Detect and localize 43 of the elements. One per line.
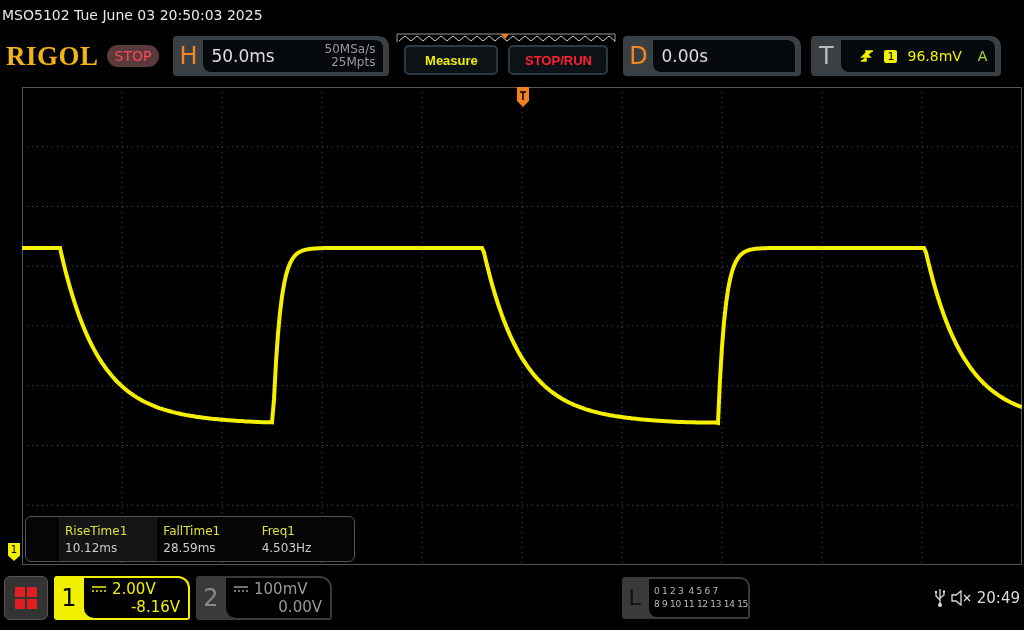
horizontal-key: H — [173, 36, 204, 76]
channel-panel[interactable]: 1 2.00V -8.16V — [54, 575, 190, 620]
measure-button[interactable]: Measure — [404, 45, 499, 75]
trigger-source-badge: 1 — [884, 49, 898, 63]
trigger-level: 96.8mV — [907, 48, 962, 64]
trigger-panel[interactable]: T 1 96.8mV A — [811, 36, 1002, 76]
dc-coupling-icon — [234, 585, 248, 592]
sample-rate: 50MSa/s — [324, 43, 376, 56]
delay-value: 0.00s — [661, 46, 709, 66]
delay-key: D — [623, 36, 654, 76]
logic-channel-numbers: 8 9 10 11 12 13 14 15 — [654, 599, 748, 609]
usb-icon — [934, 587, 945, 608]
channel-scale: 100mV — [254, 579, 308, 598]
trigger-key: T — [811, 36, 842, 76]
trigger-position-marker — [517, 87, 529, 107]
measurement-value: 28.59ms — [163, 540, 217, 555]
measurement-name: RiseTime1 — [65, 523, 129, 538]
measurement-value: 10.12ms — [65, 540, 119, 555]
measurement-name: FallTime1 — [163, 523, 222, 538]
speaker-muted-icon — [950, 589, 971, 606]
trigger-mode: A — [977, 48, 988, 64]
timebase-value: 50.0ms — [211, 46, 275, 66]
channel-offset: 0.00V — [278, 597, 322, 616]
channel-offset: -8.16V — [130, 597, 180, 616]
measurement-name: Freq1 — [261, 523, 296, 538]
channel-ground-marker[interactable]: 1 — [8, 543, 20, 561]
measurement-value: 4.503Hz — [261, 540, 313, 555]
logo: RIGOL — [6, 40, 99, 72]
channel-number: 2 — [202, 582, 220, 614]
delay-panel[interactable]: D 0.00s — [623, 36, 802, 76]
window-title: MSO5102 Tue June 03 20:50:03 2025 — [1, 6, 264, 25]
menu-button[interactable] — [4, 575, 48, 620]
stop-run-button[interactable]: STOP/RUN — [508, 45, 609, 75]
logic-channel-numbers: 0 1 2 3 4 5 6 7 — [654, 586, 719, 596]
memory-depth: 25Mpts — [331, 56, 376, 69]
channel-scale: 2.00V — [112, 579, 156, 598]
clock: 20:49 — [976, 588, 1020, 607]
run-status: STOP — [106, 45, 160, 67]
grid-menu-icon — [14, 585, 38, 610]
channel-number: 1 — [60, 582, 78, 614]
channel-panel[interactable]: 2 100mV 0.00V — [196, 575, 332, 620]
horizontal-panel[interactable]: H 50.0ms 50MSa/s 25Mpts — [173, 36, 390, 76]
dc-coupling-icon — [92, 585, 106, 592]
